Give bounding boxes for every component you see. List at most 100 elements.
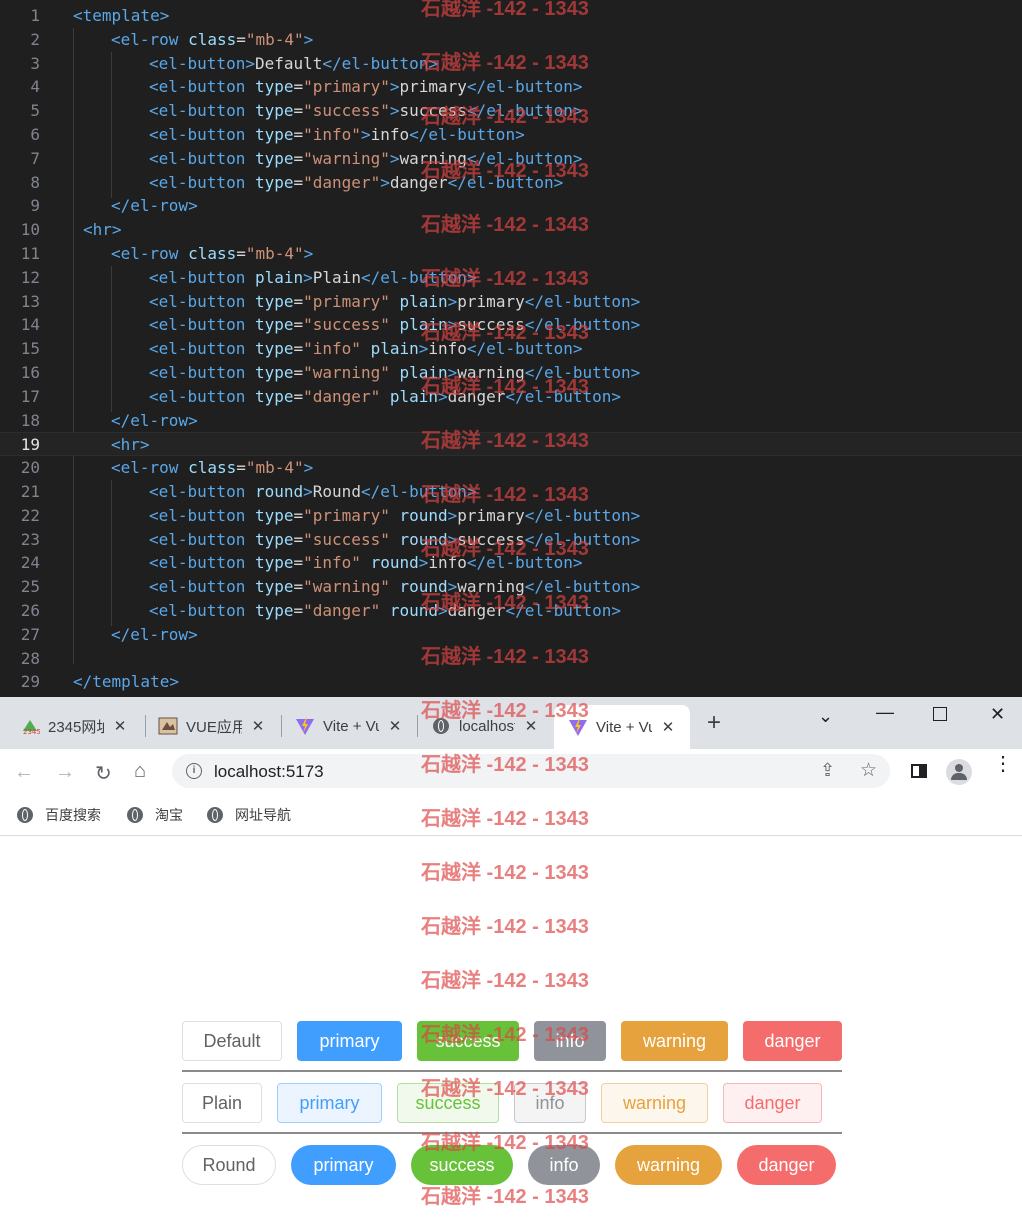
info-button[interactable]: info bbox=[534, 1021, 606, 1061]
success-button[interactable]: success bbox=[417, 1021, 519, 1061]
tab-title: 2345网址 bbox=[48, 718, 104, 736]
info-plain-button[interactable]: info bbox=[514, 1083, 586, 1123]
bookmarks-bar: 百度搜索 淘宝 网址导航 bbox=[0, 795, 1022, 836]
tab-title: localhost bbox=[459, 717, 515, 735]
tab-search-chevron-icon[interactable]: ⌄ bbox=[818, 706, 833, 727]
info-round-button[interactable]: info bbox=[528, 1145, 600, 1185]
code-text: <el-button type="danger" plain>danger</e… bbox=[149, 386, 622, 406]
site-info-icon[interactable]: i bbox=[186, 763, 202, 779]
code-text: <el-button type="success" round>success<… bbox=[149, 529, 641, 549]
reload-icon[interactable]: ↻ bbox=[95, 761, 112, 786]
success-plain-button[interactable]: success bbox=[397, 1083, 499, 1123]
line-number: 28 bbox=[20, 648, 40, 668]
code-line: 25 <el-button type="warning" round>warnin… bbox=[0, 575, 1022, 599]
line-number: 15 bbox=[20, 339, 40, 359]
bookmark-item[interactable]: 百度搜索 bbox=[17, 805, 101, 825]
maximize-icon[interactable] bbox=[933, 707, 947, 721]
warning-button[interactable]: warning bbox=[621, 1021, 728, 1061]
code-line: 12 <el-button plain>Plain</el-button> bbox=[0, 266, 1022, 290]
close-icon[interactable]: ✕ bbox=[250, 717, 266, 735]
code-text: <el-button type="danger" round>danger</e… bbox=[149, 601, 622, 620]
code-line: 16 <el-button type="warning" plain>warnin… bbox=[0, 361, 1022, 385]
code-line: 19 <hr> bbox=[0, 432, 1022, 457]
line-number: 6 bbox=[30, 125, 40, 144]
close-icon[interactable]: ✕ bbox=[523, 717, 539, 735]
primary-plain-button[interactable]: primary bbox=[277, 1083, 382, 1123]
tab-title: VUE应用 bbox=[186, 718, 242, 736]
close-window-icon[interactable]: ✕ bbox=[990, 704, 1005, 725]
code-line: 20 <el-row class="mb-4"> bbox=[0, 456, 1022, 480]
address-bar[interactable]: i localhost:5173 ⇪ ☆ bbox=[172, 754, 890, 788]
tab-vite-1[interactable]: Vite + Vue ✕ bbox=[295, 711, 403, 741]
line-number: 26 bbox=[20, 601, 40, 620]
share-icon[interactable]: ⇪ bbox=[820, 760, 835, 781]
primary-round-button[interactable]: primary bbox=[291, 1145, 396, 1185]
line-number: 10 bbox=[20, 220, 40, 240]
tab-vite-active[interactable]: Vite + Vue ✕ bbox=[554, 705, 690, 749]
code-text: <el-button plain>Plain</el-button> bbox=[149, 267, 477, 287]
line-number: 27 bbox=[20, 624, 40, 644]
tab-2345[interactable]: 2345 2345网址 ✕ bbox=[20, 711, 128, 741]
code-line: 22 <el-button type="primary" round>primar… bbox=[0, 504, 1022, 528]
round-button[interactable]: Round bbox=[182, 1145, 276, 1185]
code-text: <el-button round>Round</el-button> bbox=[149, 482, 477, 501]
code-line: 28 bbox=[0, 647, 1022, 671]
2345-logo-icon: 2345 bbox=[20, 716, 40, 736]
code-text: <el-button type="info" round>info</el-bu… bbox=[149, 553, 583, 573]
new-tab-button[interactable]: + bbox=[707, 709, 721, 737]
close-icon[interactable]: ✕ bbox=[112, 717, 128, 735]
tab-localhost[interactable]: localhost ✕ bbox=[431, 711, 539, 741]
bookmark-item[interactable]: 淘宝 bbox=[127, 805, 183, 825]
code-line: 8 <el-button type="danger">danger</el-but… bbox=[0, 171, 1022, 195]
bookmark-label: 淘宝 bbox=[155, 807, 183, 823]
code-line: 26 <el-button type="danger" round>danger<… bbox=[0, 599, 1022, 623]
code-line: 2 <el-row class="mb-4"> bbox=[0, 28, 1022, 52]
bookmark-item[interactable]: 网址导航 bbox=[207, 805, 291, 825]
danger-round-button[interactable]: danger bbox=[737, 1145, 836, 1185]
code-text: <el-button type="warning">warning</el-bu… bbox=[149, 148, 583, 168]
code-text: <el-row class="mb-4"> bbox=[111, 458, 314, 478]
forward-arrow-icon[interactable]: → bbox=[55, 761, 75, 784]
line-number: 25 bbox=[20, 577, 40, 597]
line-number: 7 bbox=[30, 148, 40, 168]
line-number: 9 bbox=[30, 196, 40, 216]
code-text: <el-button type="info">info</el-button> bbox=[149, 125, 525, 144]
danger-button[interactable]: danger bbox=[743, 1021, 842, 1061]
danger-plain-button[interactable]: danger bbox=[723, 1083, 822, 1123]
browser-toolbar: ← → ↻ ⌂ i localhost:5173 ⇪ ☆ ⋮ bbox=[0, 749, 1022, 795]
primary-button[interactable]: primary bbox=[297, 1021, 402, 1061]
close-icon[interactable]: ✕ bbox=[660, 718, 676, 736]
code-line: 1 <template> bbox=[0, 4, 1022, 28]
code-line: 13 <el-button type="primary" plain>primar… bbox=[0, 290, 1022, 314]
line-number: 22 bbox=[20, 505, 40, 525]
code-text: <el-button type="primary" plain>primary<… bbox=[149, 291, 641, 311]
code-line: 21 <el-button round>Round</el-button> bbox=[0, 480, 1022, 504]
code-line: 5 <el-button type="success">success</el-b… bbox=[0, 99, 1022, 123]
warning-plain-button[interactable]: warning bbox=[601, 1083, 708, 1123]
back-arrow-icon[interactable]: ← bbox=[14, 761, 34, 784]
bookmark-star-icon[interactable]: ☆ bbox=[860, 759, 877, 782]
tab-title: Vite + Vue bbox=[323, 717, 379, 735]
code-text: <el-button>Default</el-button> bbox=[149, 53, 438, 73]
tab-vue-app[interactable]: VUE应用 ✕ bbox=[158, 711, 266, 741]
line-number: 23 bbox=[20, 529, 40, 549]
code-editor[interactable]: 1 <template> 2 <el-row class="mb-4"> 3 <el-bu… bbox=[0, 0, 1022, 697]
code-text: <el-row class="mb-4"> bbox=[111, 244, 314, 263]
tab-separator bbox=[417, 715, 418, 737]
menu-kebab-icon[interactable]: ⋮ bbox=[993, 754, 1013, 774]
minimize-icon[interactable]: — bbox=[876, 702, 894, 723]
line-number: 2 bbox=[30, 29, 40, 49]
home-icon[interactable]: ⌂ bbox=[134, 760, 146, 783]
success-round-button[interactable]: success bbox=[411, 1145, 513, 1185]
svg-text:2345: 2345 bbox=[23, 728, 40, 736]
browser-tab-bar: 2345 2345网址 ✕ VUE应用 ✕ Vite + Vue ✕ local… bbox=[0, 697, 1022, 749]
close-icon[interactable]: ✕ bbox=[387, 717, 403, 735]
line-number: 4 bbox=[30, 77, 40, 97]
default-button[interactable]: Default bbox=[182, 1021, 282, 1061]
profile-avatar-icon[interactable] bbox=[946, 759, 972, 785]
line-number: 18 bbox=[20, 410, 40, 430]
warning-round-button[interactable]: warning bbox=[615, 1145, 722, 1185]
plain-button[interactable]: Plain bbox=[182, 1083, 262, 1123]
code-text: <el-button type="warning" round>warning<… bbox=[149, 577, 641, 597]
side-panel-icon[interactable] bbox=[911, 764, 927, 778]
